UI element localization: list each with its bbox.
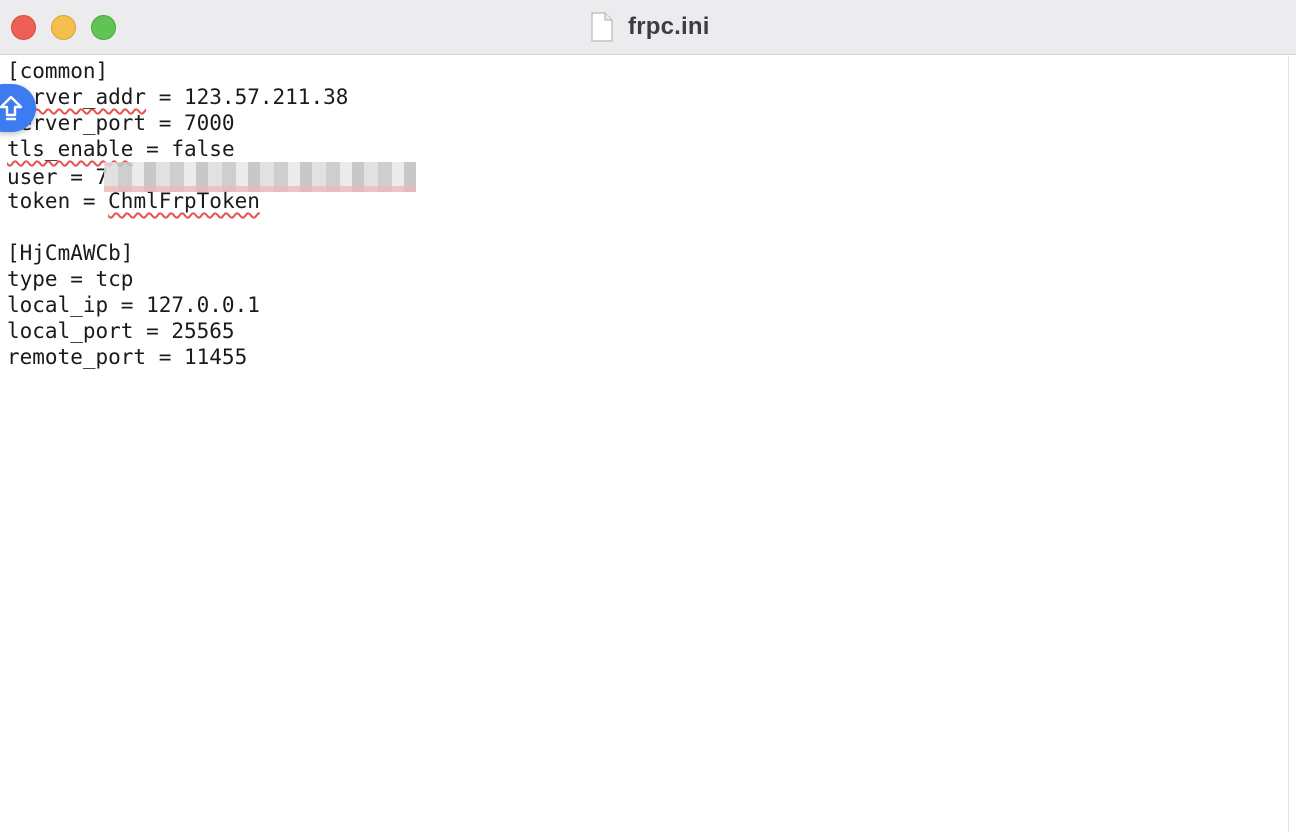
text-line: type = tcp [7, 266, 416, 292]
text-line: user = 7 [7, 162, 417, 192]
title-bar[interactable]: frpc.ini [0, 0, 1296, 55]
text-line: server_addr = 123.57.211.38 [7, 84, 416, 110]
line-text: [HjCmAWCb] [7, 241, 134, 265]
document-icon[interactable] [590, 12, 614, 42]
text-line: tls_enable = false [7, 136, 416, 162]
minimize-button[interactable] [51, 15, 76, 40]
redacted-value [104, 162, 417, 192]
text-line [7, 214, 416, 240]
zoom-button[interactable] [91, 15, 116, 40]
misspelled-word: ChmlFrpToken [108, 189, 260, 213]
line-text: = false [133, 137, 235, 161]
text-line: server_port = 7000 [7, 110, 416, 136]
close-button[interactable] [11, 15, 36, 40]
line-text: local_ip = 127.0.0.1 [7, 293, 260, 317]
file-content[interactable]: [common] server_addr = 123.57.211.38 ser… [7, 58, 417, 370]
line-text: user = 7 [7, 165, 109, 189]
text-line: [HjCmAWCb] [7, 240, 416, 266]
line-text: = 123.57.211.38 [146, 85, 349, 109]
window-title-group[interactable]: frpc.ini [590, 11, 710, 43]
line-text: [common] [7, 59, 109, 83]
text-editor-window: frpc.ini [common] server_addr = 123.57.2… [0, 0, 1296, 832]
text-line: [common] [7, 58, 416, 84]
line-text: local_port = 25565 [7, 319, 235, 343]
upload-arrow-icon [0, 95, 23, 121]
line-text: type = tcp [7, 267, 134, 291]
misspelled-word: tls_enable [7, 137, 134, 161]
text-area[interactable]: [common] server_addr = 123.57.211.38 ser… [0, 56, 1288, 832]
text-line: local_port = 25565 [7, 318, 416, 344]
vertical-scrollbar[interactable] [1288, 56, 1296, 832]
line-text: token = [7, 189, 109, 213]
text-line: local_ip = 127.0.0.1 [7, 292, 416, 318]
line-text: server_port = 7000 [7, 111, 235, 135]
line-text: remote_port = 11455 [7, 345, 248, 369]
text-line: remote_port = 11455 [7, 344, 416, 370]
window-title: frpc.ini [628, 13, 710, 40]
